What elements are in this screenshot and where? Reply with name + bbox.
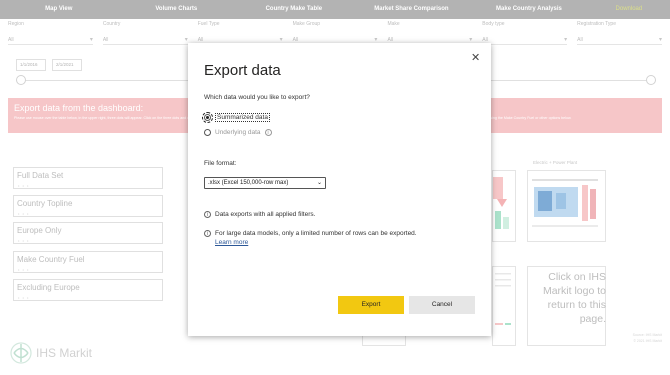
note-large-text: For large data models, only a limited nu… [215, 230, 417, 237]
chevron-down-icon: ⌄ [316, 180, 322, 186]
file-format-select[interactable]: .xlsx (Excel 150,000-row max) ⌄ [204, 177, 326, 189]
info-icon: i [204, 229, 211, 237]
close-icon[interactable]: ✕ [471, 51, 480, 64]
note-text: For large data models, only a limited nu… [215, 229, 435, 247]
info-icon[interactable]: i [264, 129, 272, 136]
learn-more-link[interactable]: Learn more [215, 239, 248, 246]
file-format-label: File format: [204, 160, 237, 167]
note-large-models: i For large data models, only a limited … [204, 229, 435, 247]
export-button[interactable]: Export [338, 296, 404, 314]
cancel-button[interactable]: Cancel [409, 296, 475, 314]
export-question: Which data would you like to export? [204, 94, 310, 101]
dialog-title: Export data [204, 62, 281, 79]
radio-button-selected[interactable] [202, 112, 213, 123]
info-icon: i [204, 210, 211, 218]
note-text: Data exports with all applied filters. [215, 211, 316, 218]
dashboard-page: Map View Volume Charts Country Make Tabl… [0, 0, 670, 375]
radio-button[interactable] [204, 129, 211, 136]
radio-underlying-data[interactable]: Underlying data i [204, 129, 272, 136]
file-format-value: .xlsx (Excel 150,000-row max) [208, 180, 289, 186]
note-filters: i Data exports with all applied filters. [204, 210, 435, 219]
radio-label: Summarized data [215, 113, 270, 122]
radio-label: Underlying data [215, 129, 261, 136]
export-data-dialog: Export data ✕ Which data would you like … [188, 43, 491, 336]
radio-summarized-data[interactable]: Summarized data [202, 112, 270, 123]
